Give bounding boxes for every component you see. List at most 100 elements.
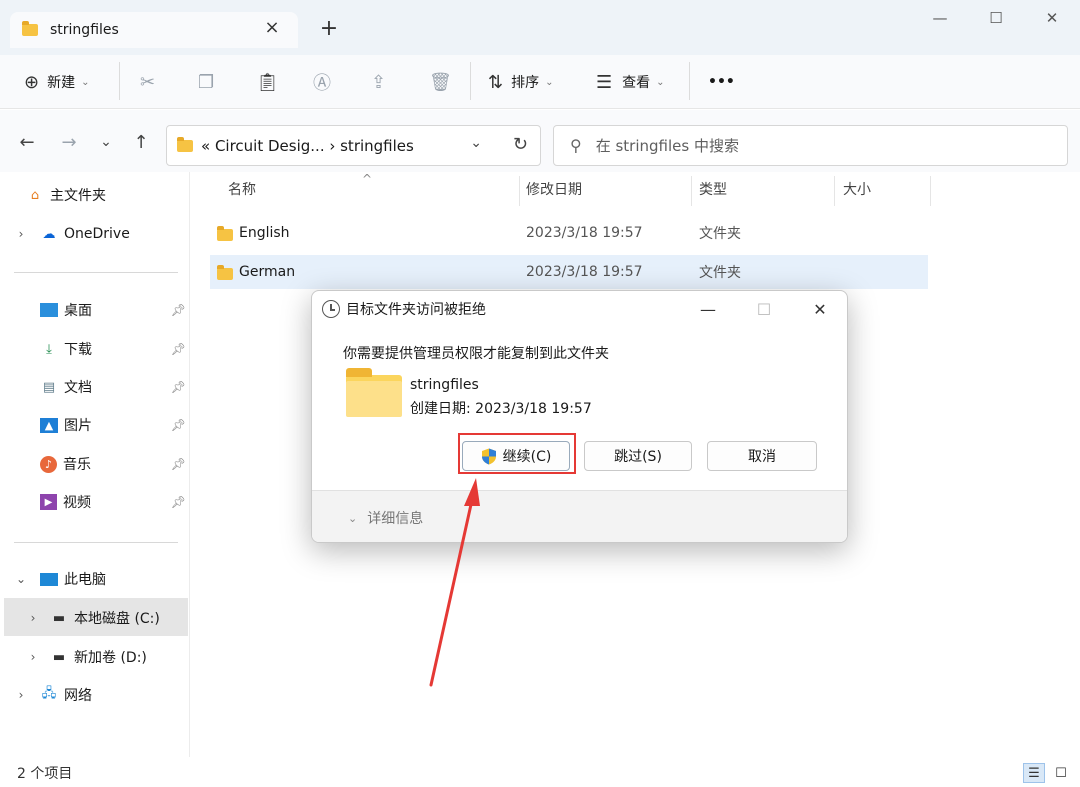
- view-button[interactable]: ☰ 查看 ⌄: [596, 65, 665, 99]
- sidebar-item-desktop[interactable]: 桌面 📌︎: [40, 293, 186, 327]
- recent-locations-button[interactable]: ⌄: [94, 134, 118, 150]
- pin-icon[interactable]: 📌︎: [171, 342, 186, 356]
- pin-icon[interactable]: 📌︎: [171, 303, 186, 317]
- view-label: 查看: [622, 75, 651, 91]
- chevron-down-icon[interactable]: ⌄: [14, 572, 28, 586]
- sidebar-item-label: 视频: [63, 495, 91, 511]
- sidebar-item-label: 网络: [64, 688, 92, 704]
- column-divider[interactable]: [930, 176, 931, 206]
- chevron-right-icon[interactable]: ›: [26, 650, 40, 664]
- sidebar-item-onedrive[interactable]: › ☁ OneDrive: [14, 217, 130, 251]
- maximize-button[interactable]: ☐: [968, 0, 1024, 36]
- forward-button[interactable]: →: [57, 132, 81, 153]
- search-placeholder: 在 stringfiles 中搜索: [595, 137, 739, 155]
- chevron-right-icon[interactable]: ›: [14, 688, 28, 702]
- document-icon: ▤: [42, 379, 56, 395]
- cancel-button[interactable]: 取消: [707, 441, 817, 471]
- up-button[interactable]: ↑: [129, 132, 153, 153]
- file-type: 文件夹: [699, 226, 741, 242]
- column-divider[interactable]: [834, 176, 835, 206]
- tab-stringfiles[interactable]: stringfiles ×: [10, 12, 298, 48]
- dialog-minimize-button[interactable]: —: [680, 295, 736, 323]
- copy-button[interactable]: ❐: [198, 65, 214, 99]
- pin-icon[interactable]: 📌︎: [171, 457, 186, 471]
- column-divider[interactable]: [691, 176, 692, 206]
- paste-button[interactable]: 📋︎: [256, 65, 279, 99]
- chevron-right-icon[interactable]: ›: [14, 227, 28, 241]
- chevron-down-icon: ⌄: [348, 511, 358, 525]
- chevron-right-icon[interactable]: ›: [26, 611, 40, 625]
- toolbar-divider: [470, 62, 471, 100]
- back-button[interactable]: ←: [15, 132, 39, 153]
- sort-button[interactable]: ⇅ 排序 ⌄: [488, 65, 553, 99]
- sidebar-item-documents[interactable]: ▤ 文档 📌︎: [40, 370, 186, 404]
- sidebar-item-music[interactable]: ♪ 音乐 📌︎: [40, 447, 186, 481]
- network-icon: 🖧︎: [41, 686, 57, 701]
- new-tab-button[interactable]: +: [316, 16, 342, 41]
- new-button[interactable]: ⊕ 新建 ⌄: [24, 65, 89, 99]
- sidebar-item-label: 此电脑: [64, 572, 106, 588]
- sidebar-item-downloads[interactable]: ⤓ 下载 📌︎: [40, 332, 186, 366]
- breadcrumb[interactable]: « Circuit Desig... › stringfiles: [201, 137, 414, 155]
- window-controls: — ☐ ✕: [912, 0, 1080, 36]
- sidebar-item-pictures[interactable]: ▲ 图片 📌︎: [40, 408, 186, 442]
- sidebar-item-label: 文档: [64, 380, 92, 396]
- sidebar-item-network[interactable]: › 🖧︎ 网络: [14, 678, 92, 712]
- sidebar-item-videos[interactable]: ▶ 视频 📌︎: [40, 485, 186, 519]
- sort-label: 排序: [511, 75, 540, 91]
- sidebar-item-local-disk-c[interactable]: › ▬ 本地磁盘 (C:): [26, 601, 160, 635]
- dialog-footer: ⌄ 详细信息: [312, 490, 847, 542]
- details-toggle[interactable]: ⌄ 详细信息: [348, 508, 423, 528]
- copy-icon: ❐: [198, 71, 215, 93]
- details-label: 详细信息: [367, 511, 424, 527]
- tiles-view-icon: ☐: [1055, 765, 1067, 781]
- dialog-close-button[interactable]: ✕: [792, 295, 847, 323]
- dialog-maximize-button[interactable]: ☐: [736, 295, 792, 323]
- delete-button[interactable]: 🗑︎: [429, 65, 452, 99]
- tiles-view-button[interactable]: ☐: [1050, 763, 1072, 783]
- chevron-down-icon: ⌄: [81, 76, 90, 88]
- more-options-button[interactable]: •••: [708, 65, 735, 99]
- file-row-german[interactable]: German 2023/3/18 19:57 文件夹: [210, 255, 928, 289]
- column-header-size[interactable]: 大小: [843, 172, 871, 206]
- home-icon: ⌂: [30, 187, 40, 203]
- column-header-name[interactable]: 名称: [228, 172, 256, 206]
- share-icon: ⇪: [371, 71, 387, 93]
- pin-icon[interactable]: 📌︎: [171, 418, 186, 432]
- file-row-english[interactable]: English 2023/3/18 19:57 文件夹: [210, 216, 928, 250]
- sidebar-item-home[interactable]: ⌂ 主文件夹: [26, 178, 106, 212]
- pin-icon[interactable]: 📌︎: [171, 495, 186, 509]
- rename-button[interactable]: Ⓐ: [313, 65, 331, 99]
- rename-icon: Ⓐ: [313, 73, 331, 94]
- pin-icon[interactable]: 📌︎: [171, 380, 186, 394]
- clock-icon: [322, 300, 340, 318]
- share-button[interactable]: ⇪: [371, 65, 386, 99]
- file-modified: 2023/3/18 19:57: [526, 225, 643, 241]
- search-icon: ⚲: [570, 136, 582, 155]
- view-lines-icon: ☰: [596, 71, 613, 93]
- minimize-button[interactable]: —: [912, 0, 968, 36]
- scissors-icon: ✂: [140, 71, 156, 93]
- column-header-type[interactable]: 类型: [699, 172, 727, 206]
- tab-close-button[interactable]: ×: [260, 17, 284, 38]
- refresh-button[interactable]: ↻: [513, 134, 528, 155]
- new-label: 新建: [47, 75, 76, 91]
- address-dropdown-button[interactable]: ⌄: [470, 135, 482, 151]
- drive-icon: ▬: [52, 649, 66, 665]
- close-window-button[interactable]: ✕: [1024, 0, 1080, 36]
- skip-button[interactable]: 跳过(S): [584, 441, 692, 471]
- sidebar-item-this-pc[interactable]: ⌄ 此电脑: [14, 562, 106, 596]
- sort-ascending-icon: ^: [362, 172, 373, 186]
- navigation-bar: ← → ⌄ ↑ « Circuit Desig... › stringfiles…: [0, 110, 1080, 172]
- column-header-modified[interactable]: 修改日期: [526, 172, 582, 206]
- search-input[interactable]: ⚲ 在 stringfiles 中搜索: [553, 125, 1068, 166]
- sidebar-item-label: 新加卷 (D:): [74, 650, 147, 666]
- column-divider[interactable]: [519, 176, 520, 206]
- clipboard-icon: 📋︎: [256, 71, 279, 93]
- details-view-button[interactable]: ☰: [1023, 763, 1045, 783]
- download-icon: ⤓: [46, 341, 52, 357]
- address-bar[interactable]: « Circuit Desig... › stringfiles ⌄ ↻: [166, 125, 541, 166]
- sidebar-item-drive-d[interactable]: › ▬ 新加卷 (D:): [26, 640, 147, 674]
- folder-icon: [22, 21, 38, 36]
- cut-button[interactable]: ✂: [140, 65, 155, 99]
